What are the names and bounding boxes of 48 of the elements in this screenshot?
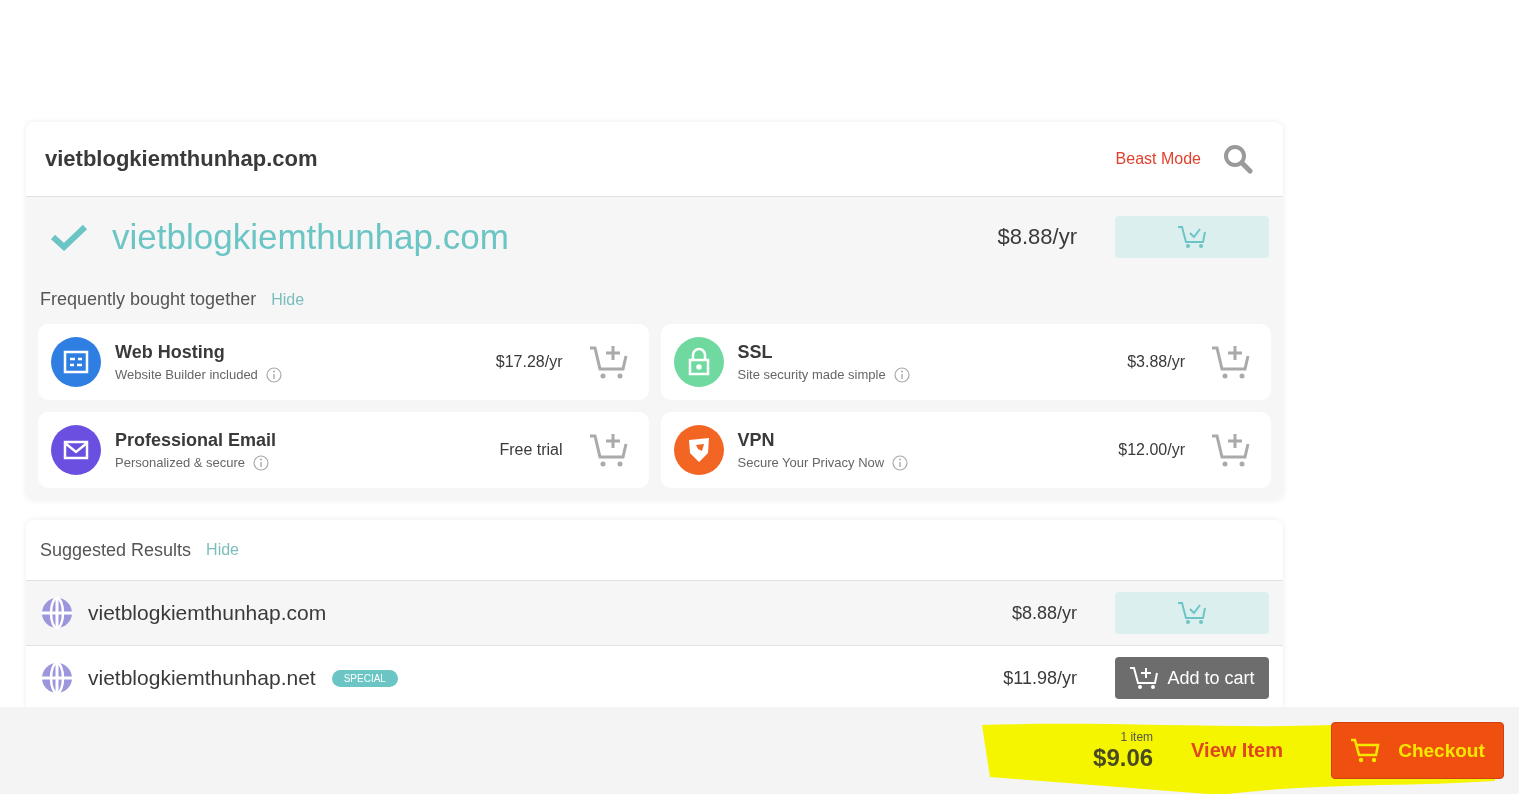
cart-icon [1350, 737, 1381, 764]
cart-button[interactable] [1115, 592, 1269, 634]
info-icon[interactable] [253, 454, 270, 471]
cart-button[interactable]: Add to cart [1115, 657, 1269, 699]
info-icon[interactable] [265, 366, 282, 383]
add-to-cart-icon[interactable] [588, 344, 629, 380]
product-name: VPN [737, 429, 776, 451]
hide-link[interactable]: Hide [206, 541, 239, 559]
product-price: $12.00/yr [1118, 441, 1185, 459]
search-query[interactable]: vietblogkiemthunhap.com [45, 146, 1116, 172]
domain-name: vietblogkiemthunhap.com [88, 601, 327, 625]
product-price: $3.88/yr [1127, 353, 1185, 371]
product-description: Site security made simple [737, 367, 886, 382]
special-badge: SPECIAL [331, 669, 398, 687]
product-price: $17.28/yr [495, 353, 563, 371]
view-item-link[interactable]: View Item [1191, 739, 1283, 762]
section-title: Suggested Results [40, 539, 192, 561]
product-price: Free trial [499, 441, 563, 459]
product-name: Professional Email [115, 429, 278, 451]
cart-button[interactable] [1115, 216, 1269, 258]
check-icon [50, 223, 88, 251]
item-count: 1 item [1120, 729, 1154, 744]
cart-icon [1129, 666, 1160, 690]
hide-link[interactable]: Hide [271, 291, 305, 309]
info-icon[interactable] [892, 454, 909, 471]
checkout-button[interactable]: Checkout [1331, 722, 1504, 779]
domain-name: vietblogkiemthunhap.net [88, 666, 316, 690]
section-title: Frequently bought together [40, 289, 257, 310]
add-to-cart-icon[interactable] [588, 432, 629, 468]
info-icon[interactable] [893, 366, 910, 383]
product-name: SSL [737, 341, 774, 363]
product-description: Secure Your Privacy Now [737, 455, 885, 470]
globe-icon [40, 661, 74, 695]
add-to-cart-icon[interactable] [1211, 432, 1251, 468]
cart-icon [1177, 225, 1207, 249]
product-name: Web Hosting [115, 341, 226, 363]
add-to-cart-icon[interactable] [1211, 344, 1251, 380]
domain-price: $11.98/yr [1003, 667, 1077, 689]
product-description: Website Builder included [115, 367, 258, 382]
cart-icon [1177, 601, 1207, 625]
domain-price: $8.88/yr [1011, 602, 1077, 624]
globe-icon [40, 596, 74, 630]
search-icon[interactable] [1223, 144, 1253, 174]
product-description: Personalized & secure [115, 455, 246, 470]
domain-name: vietblogkiemthunhap.com [112, 217, 510, 257]
domain-price: $8.88/yr [997, 224, 1077, 250]
cart-total: $9.06 [1093, 743, 1154, 772]
beast-mode-link[interactable]: Beast Mode [1115, 150, 1201, 168]
